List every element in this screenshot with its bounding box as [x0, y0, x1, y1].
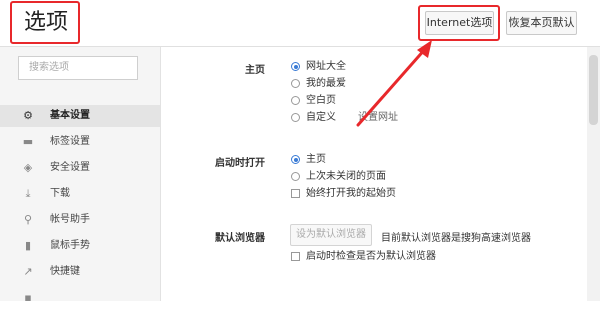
sidebar-item-basic-settings[interactable]: ⚙ 基本设置: [0, 105, 160, 127]
sidebar-item-label: 鼠标手势: [50, 240, 90, 251]
radio[interactable]: [291, 113, 300, 122]
scrollbar-thumb[interactable]: [589, 55, 598, 125]
default-browser-status: 目前默认浏览器是搜狗高速浏览器: [381, 233, 531, 244]
tab-icon: ▬: [22, 135, 34, 148]
sidebar-item-label: 下载: [50, 188, 70, 199]
sidebar-item-account-helper[interactable]: ⚲ 帐号助手: [0, 209, 160, 231]
startup-option[interactable]: 上次未关闭的页面: [291, 170, 386, 184]
sidebar-item-label: 标签设置: [50, 136, 90, 147]
sidebar-item-label: 安全设置: [50, 162, 90, 173]
radio-selected[interactable]: [291, 62, 300, 71]
set-default-browser-button[interactable]: 设为默认浏览器: [290, 224, 372, 246]
shield-icon: ◈: [23, 161, 33, 174]
homepage-label: 主页: [245, 65, 265, 76]
arrow-head: [417, 40, 432, 58]
search-input[interactable]: 搜索选项: [18, 56, 138, 80]
sidebar-divider: [160, 47, 161, 301]
radio[interactable]: [291, 96, 300, 105]
annotation-box-internet-options: [418, 5, 500, 41]
sidebar-item-mouse-gestures[interactable]: ▮ 鼠标手势: [0, 235, 160, 257]
sidebar-item-download[interactable]: ⤓ 下载: [0, 183, 160, 205]
arrow-icon: ↗: [23, 265, 33, 278]
default-browser-label: 默认浏览器: [215, 233, 265, 244]
sidebar-item-shortcuts[interactable]: ↗ 快捷键: [0, 261, 160, 283]
sidebar-item-security-settings[interactable]: ◈ 安全设置: [0, 157, 160, 179]
sidebar-item-more[interactable]: ▪: [0, 287, 160, 309]
download-icon: ⤓: [25, 187, 31, 200]
sidebar-item-tab-settings[interactable]: ▬ 标签设置: [0, 131, 160, 153]
homepage-option[interactable]: 自定义 设置网址: [291, 111, 398, 125]
sidebar-item-label: 帐号助手: [50, 214, 90, 225]
checkbox[interactable]: [291, 189, 300, 198]
startup-checkbox[interactable]: 始终打开我的起始页: [291, 187, 396, 201]
homepage-option[interactable]: 空白页: [291, 94, 336, 108]
annotation-box-title: [10, 1, 80, 44]
startup-label: 启动时打开: [215, 158, 265, 169]
unknown-icon: ▪: [24, 291, 32, 304]
check-default-checkbox[interactable]: 启动时检查是否为默认浏览器: [291, 250, 436, 264]
sidebar-item-label: 基本设置: [50, 110, 90, 121]
radio[interactable]: [291, 172, 300, 181]
key-icon: ⚲: [23, 213, 33, 226]
set-url-link[interactable]: 设置网址: [358, 112, 398, 123]
sidebar-item-label: 快捷键: [50, 266, 80, 277]
startup-option[interactable]: 主页: [291, 153, 326, 167]
mouse-icon: ▮: [24, 239, 32, 252]
homepage-option[interactable]: 网址大全: [291, 60, 346, 74]
gear-icon: ⚙: [23, 109, 33, 122]
homepage-option[interactable]: 我的最爱: [291, 77, 346, 91]
checkbox[interactable]: [291, 252, 300, 261]
radio-selected[interactable]: [291, 155, 300, 164]
radio[interactable]: [291, 79, 300, 88]
restore-defaults-button[interactable]: 恢复本页默认: [506, 11, 577, 35]
